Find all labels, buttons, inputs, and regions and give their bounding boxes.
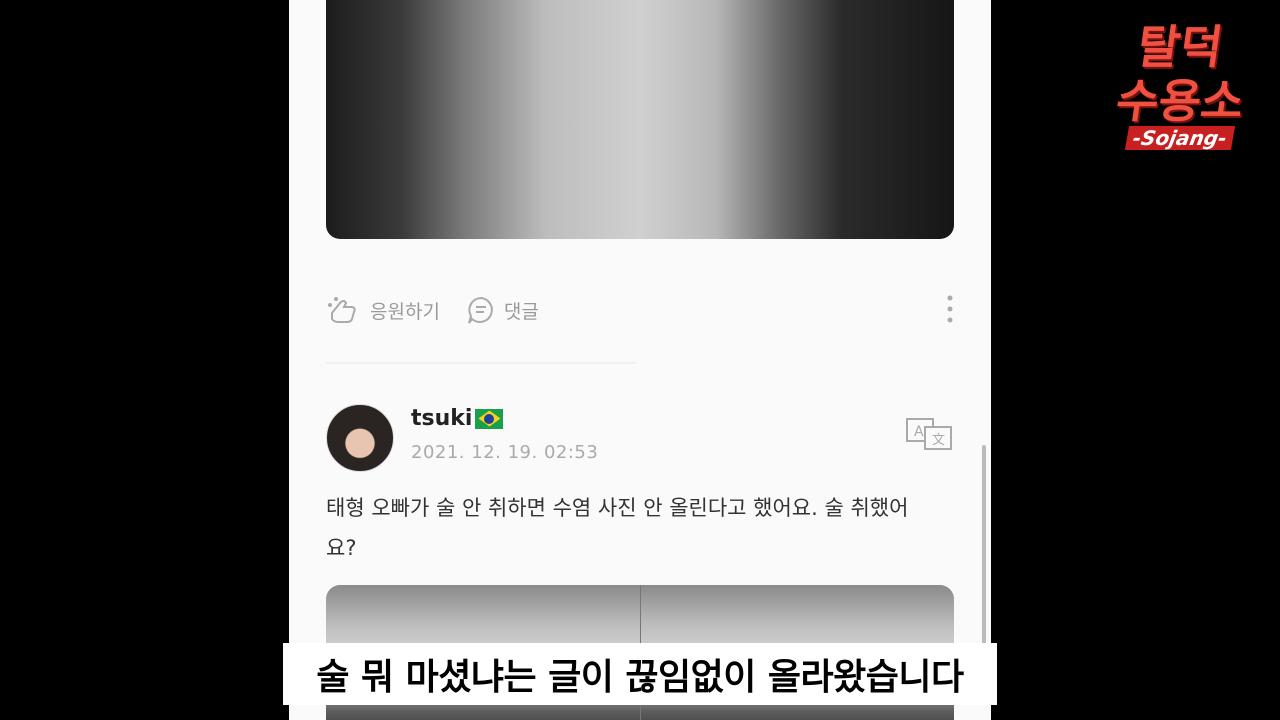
comment-label: 댓글 [503, 300, 539, 323]
more-options-icon[interactable] [946, 294, 954, 324]
divider [326, 362, 636, 364]
cheer-label: 응원하기 [370, 300, 440, 323]
brazil-flag-icon [475, 408, 504, 429]
comment-timestamp: 2021. 12. 19. 02:53 [411, 442, 599, 463]
avatar[interactable] [326, 404, 394, 472]
logo-sub: -Sojang- [1125, 126, 1235, 150]
video-subtitle: 술 뭐 마셨냐는 글이 끊임없이 올라왔습니다 [283, 643, 997, 705]
svg-text:A: A [914, 424, 924, 440]
comment-body: 태형 오빠가 술 안 취하면 수염 사진 안 올린다고 했어요. 술 취했어요? [326, 496, 909, 560]
logo-line2: 수용소 [1112, 74, 1248, 128]
comment-username[interactable]: tsuki [411, 406, 504, 431]
username-text: tsuki [411, 406, 473, 431]
comment-header: tsuki 2021. 12. 19. 02:53 A 文 [326, 404, 954, 474]
post-actions-bar: 응원하기 댓글 [326, 290, 954, 330]
post-photo[interactable] [326, 0, 954, 239]
channel-logo: 탈덕 수용소 -Sojang- [1100, 20, 1260, 190]
cheer-button[interactable]: 응원하기 [326, 293, 440, 327]
cheer-icon [328, 297, 356, 323]
scrollbar[interactable] [982, 445, 986, 645]
comment-button[interactable]: 댓글 [466, 295, 539, 325]
comment-icon [467, 296, 493, 324]
svg-text:文: 文 [932, 433, 945, 448]
translate-icon[interactable]: A 文 [906, 418, 952, 450]
logo-line1: 탈덕 [1133, 20, 1227, 74]
app-screen: 응원하기 댓글 tsuki 2021. 12. 19. 02:53 A 文 태형… [289, 0, 991, 720]
